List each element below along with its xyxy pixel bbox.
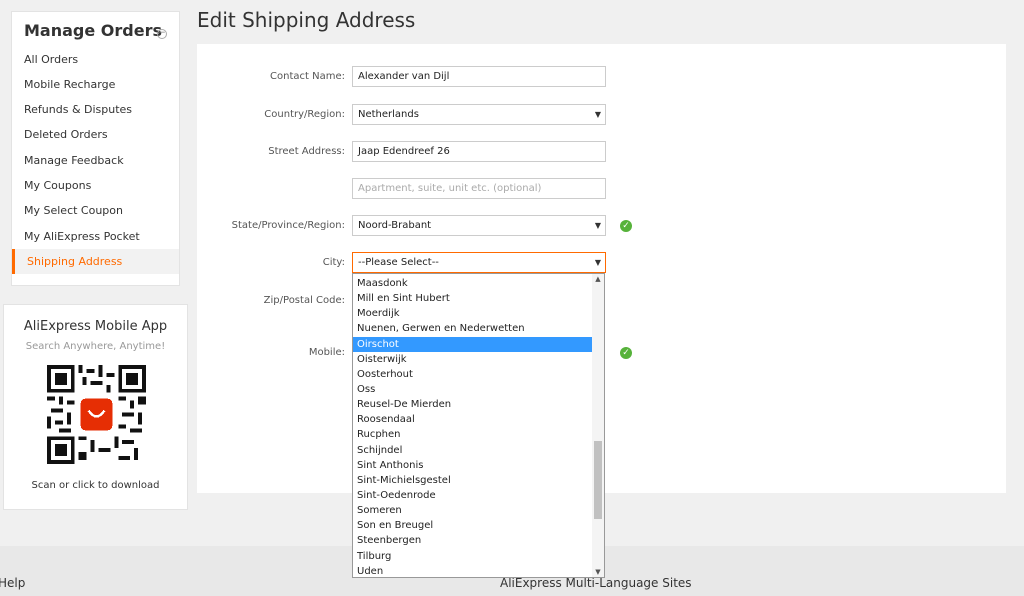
scroll-down-icon[interactable]: ▼: [592, 568, 604, 576]
city-option-highlighted[interactable]: Oirschot: [353, 336, 592, 352]
sidebar-item-refunds-disputes[interactable]: Refunds & Disputes: [12, 97, 179, 122]
city-select[interactable]: --Please Select-- ▼: [352, 252, 606, 273]
chevron-down-icon: ▼: [594, 110, 601, 119]
state-row: State/Province/Region: Noord-Brabant ▼ ✓: [197, 215, 1006, 237]
state-label: State/Province/Region:: [231, 220, 345, 231]
sidebar-title: Manage Orders: [24, 21, 162, 40]
mobile-label: Mobile:: [308, 347, 345, 358]
app-promo-title: AliExpress Mobile App: [23, 319, 168, 334]
country-label: Country/Region:: [264, 109, 345, 120]
city-value: --Please Select--: [358, 257, 439, 268]
city-option[interactable]: Rucphen: [353, 427, 592, 442]
city-option[interactable]: Uden: [353, 564, 592, 577]
sidebar-item-mobile-recharge[interactable]: Mobile Recharge: [12, 72, 179, 97]
state-value: Noord-Brabant: [358, 220, 432, 231]
city-option[interactable]: Oss: [353, 382, 592, 397]
country-row: Country/Region: Netherlands ▼: [197, 104, 1006, 126]
sidebar-item-my-coupons[interactable]: My Coupons: [12, 173, 179, 198]
city-label: City:: [322, 257, 345, 268]
check-icon: ✓: [620, 220, 632, 232]
check-icon: ✓: [620, 347, 632, 359]
scrollbar-thumb[interactable]: [594, 441, 602, 519]
app-promo-download[interactable]: Scan or click to download: [4, 480, 187, 491]
state-select[interactable]: Noord-Brabant ▼: [352, 215, 606, 236]
street-label: Street Address:: [268, 146, 345, 157]
city-option[interactable]: Someren: [353, 503, 592, 518]
app-promo-subtitle: Search Anywhere, Anytime!: [25, 341, 166, 352]
dropdown-scrollbar[interactable]: ▲ ▼: [592, 274, 604, 577]
footer-multi-language-sites: AliExpress Multi-Language Sites: [500, 576, 692, 590]
app-promo[interactable]: AliExpress Mobile App Search Anywhere, A…: [3, 304, 188, 510]
street-row: Street Address: Jaap Edendreef 26: [197, 141, 1006, 163]
sidebar-item-aliexpress-pocket[interactable]: My AliExpress Pocket: [12, 224, 179, 249]
street2-input[interactable]: Apartment, suite, unit etc. (optional): [352, 178, 606, 199]
sidebar-item-manage-feedback[interactable]: Manage Feedback: [12, 148, 179, 173]
city-option[interactable]: Reusel-De Mierden: [353, 397, 592, 412]
street2-row: Apartment, suite, unit etc. (optional): [197, 178, 1006, 200]
city-option[interactable]: Nuenen, Gerwen en Nederwetten: [353, 321, 592, 336]
city-option[interactable]: Sint-Michielsgestel: [353, 473, 592, 488]
qr-code-icon[interactable]: [47, 365, 146, 464]
city-option[interactable]: Roosendaal: [353, 412, 592, 427]
chevron-down-icon: ▼: [594, 221, 601, 230]
sidebar-item-my-select-coupon[interactable]: My Select Coupon: [12, 198, 179, 223]
city-option[interactable]: Son en Breugel: [353, 518, 592, 533]
city-option[interactable]: Sint Anthonis: [353, 458, 592, 473]
city-option[interactable]: Tilburg: [353, 549, 592, 564]
street-input[interactable]: Jaap Edendreef 26: [352, 141, 606, 162]
country-select[interactable]: Netherlands ▼: [352, 104, 606, 125]
city-dropdown[interactable]: Maasdonk Mill en Sint Hubert Moerdijk Nu…: [352, 273, 605, 578]
contact-name-input[interactable]: Alexander van Dijl: [352, 66, 606, 87]
sidebar-item-shipping-address[interactable]: Shipping Address: [12, 249, 179, 274]
city-option[interactable]: Sint-Oedenrode: [353, 488, 592, 503]
collapse-icon[interactable]: −: [157, 29, 167, 39]
footer-help-link[interactable]: Help: [0, 576, 25, 590]
city-option[interactable]: Steenbergen: [353, 533, 592, 548]
sidebar-item-all-orders[interactable]: All Orders: [12, 47, 179, 72]
city-options-list: Maasdonk Mill en Sint Hubert Moerdijk Nu…: [353, 276, 592, 577]
city-option[interactable]: Maasdonk: [353, 276, 592, 291]
city-option[interactable]: Schijndel: [353, 443, 592, 458]
sidebar-item-deleted-orders[interactable]: Deleted Orders: [12, 122, 179, 147]
zip-label: Zip/Postal Code:: [263, 295, 345, 306]
city-option[interactable]: Oisterwijk: [353, 352, 592, 367]
page-title: Edit Shipping Address: [197, 8, 416, 32]
scroll-up-icon[interactable]: ▲: [592, 275, 604, 283]
country-value: Netherlands: [358, 109, 419, 120]
sidebar: Manage Orders − All Orders Mobile Rechar…: [11, 11, 180, 286]
contact-name-row: Contact Name: Alexander van Dijl: [197, 66, 1006, 88]
city-option[interactable]: Mill en Sint Hubert: [353, 291, 592, 306]
city-option[interactable]: Oosterhout: [353, 367, 592, 382]
city-option[interactable]: Moerdijk: [353, 306, 592, 321]
contact-name-label: Contact Name:: [270, 71, 345, 82]
city-row: City: --Please Select-- ▼: [197, 252, 1006, 274]
chevron-down-icon: ▼: [594, 258, 601, 267]
